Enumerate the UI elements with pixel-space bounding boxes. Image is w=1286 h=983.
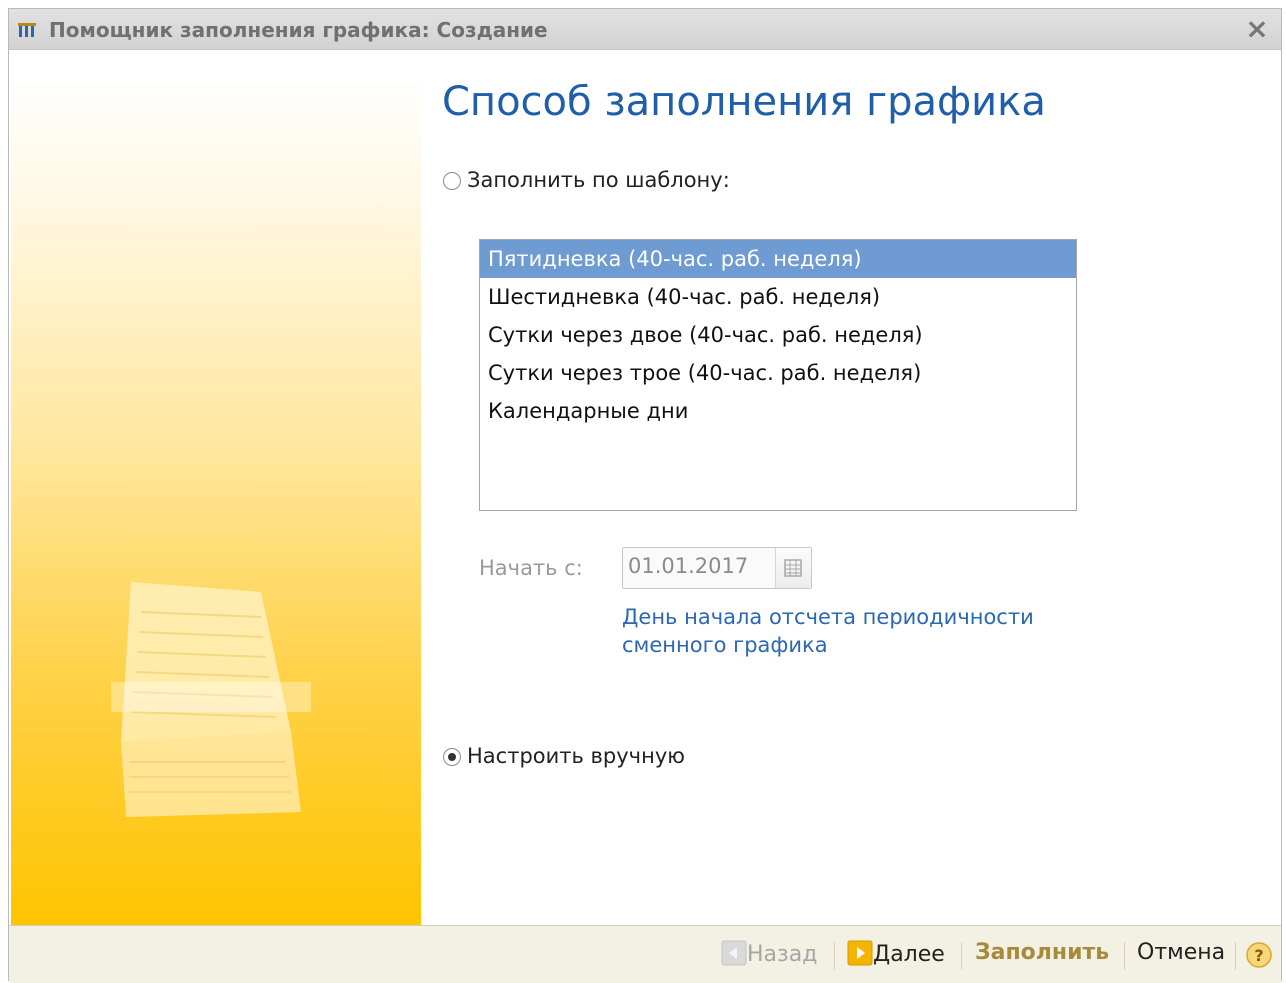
template-item-5[interactable]: Календарные дни — [480, 392, 1076, 430]
template-item-2[interactable]: Шестидневка (40-час. раб. неделя) — [480, 278, 1076, 316]
footer-toolbar: Назад Далее Заполнить Отмена ? — [9, 925, 1281, 983]
calendar-illustration — [111, 582, 311, 817]
start-date-value[interactable]: 01.01.2017 — [628, 554, 748, 578]
next-arrow-icon — [847, 940, 873, 966]
template-list[interactable]: Пятидневка (40-час. раб. неделя) Шестидн… — [479, 239, 1077, 511]
window-title: Помощник заполнения графика: Создание — [49, 18, 548, 42]
help-icon-glyph: ? — [1254, 946, 1263, 965]
manual-setup-label[interactable]: Настроить вручную — [467, 744, 685, 768]
separator — [834, 942, 835, 970]
back-label: Назад — [747, 942, 818, 967]
fill-by-template-label[interactable]: Заполнить по шаблону: — [467, 168, 730, 192]
wizard-window: Помощник заполнения графика: Создание × … — [8, 8, 1282, 983]
template-item-1[interactable]: Пятидневка (40-час. раб. неделя) — [480, 240, 1076, 278]
close-icon[interactable]: × — [1243, 15, 1271, 43]
start-date-field[interactable]: 01.01.2017 — [622, 547, 812, 589]
fill-button[interactable]: Заполнить — [975, 940, 1109, 965]
side-panel — [11, 77, 421, 925]
help-button[interactable]: ? — [1245, 941, 1273, 975]
separator — [1235, 942, 1236, 970]
schedule-icon — [18, 23, 36, 37]
calendar-picker-button[interactable] — [775, 548, 811, 588]
calendar-icon — [784, 559, 802, 577]
manual-setup-radio[interactable] — [443, 748, 461, 766]
back-button[interactable]: Назад — [721, 940, 817, 967]
start-date-hint: День начала отсчета периодичности сменно… — [622, 605, 1034, 657]
back-arrow-icon — [721, 940, 747, 966]
separator — [961, 942, 962, 970]
page-heading: Способ заполнения графика — [442, 79, 1046, 125]
template-item-3[interactable]: Сутки через двое (40-час. раб. неделя) — [480, 316, 1076, 354]
fill-by-template-radio[interactable] — [443, 172, 461, 190]
help-icon: ? — [1246, 942, 1272, 968]
start-date-label: Начать с: — [479, 556, 583, 580]
next-label: Далее — [873, 942, 945, 967]
next-button[interactable]: Далее — [847, 940, 945, 967]
cancel-button[interactable]: Отмена — [1137, 940, 1225, 965]
title-bar: Помощник заполнения графика: Создание × — [9, 9, 1281, 50]
template-item-4[interactable]: Сутки через трое (40-час. раб. неделя) — [480, 354, 1076, 392]
separator — [1124, 942, 1125, 970]
